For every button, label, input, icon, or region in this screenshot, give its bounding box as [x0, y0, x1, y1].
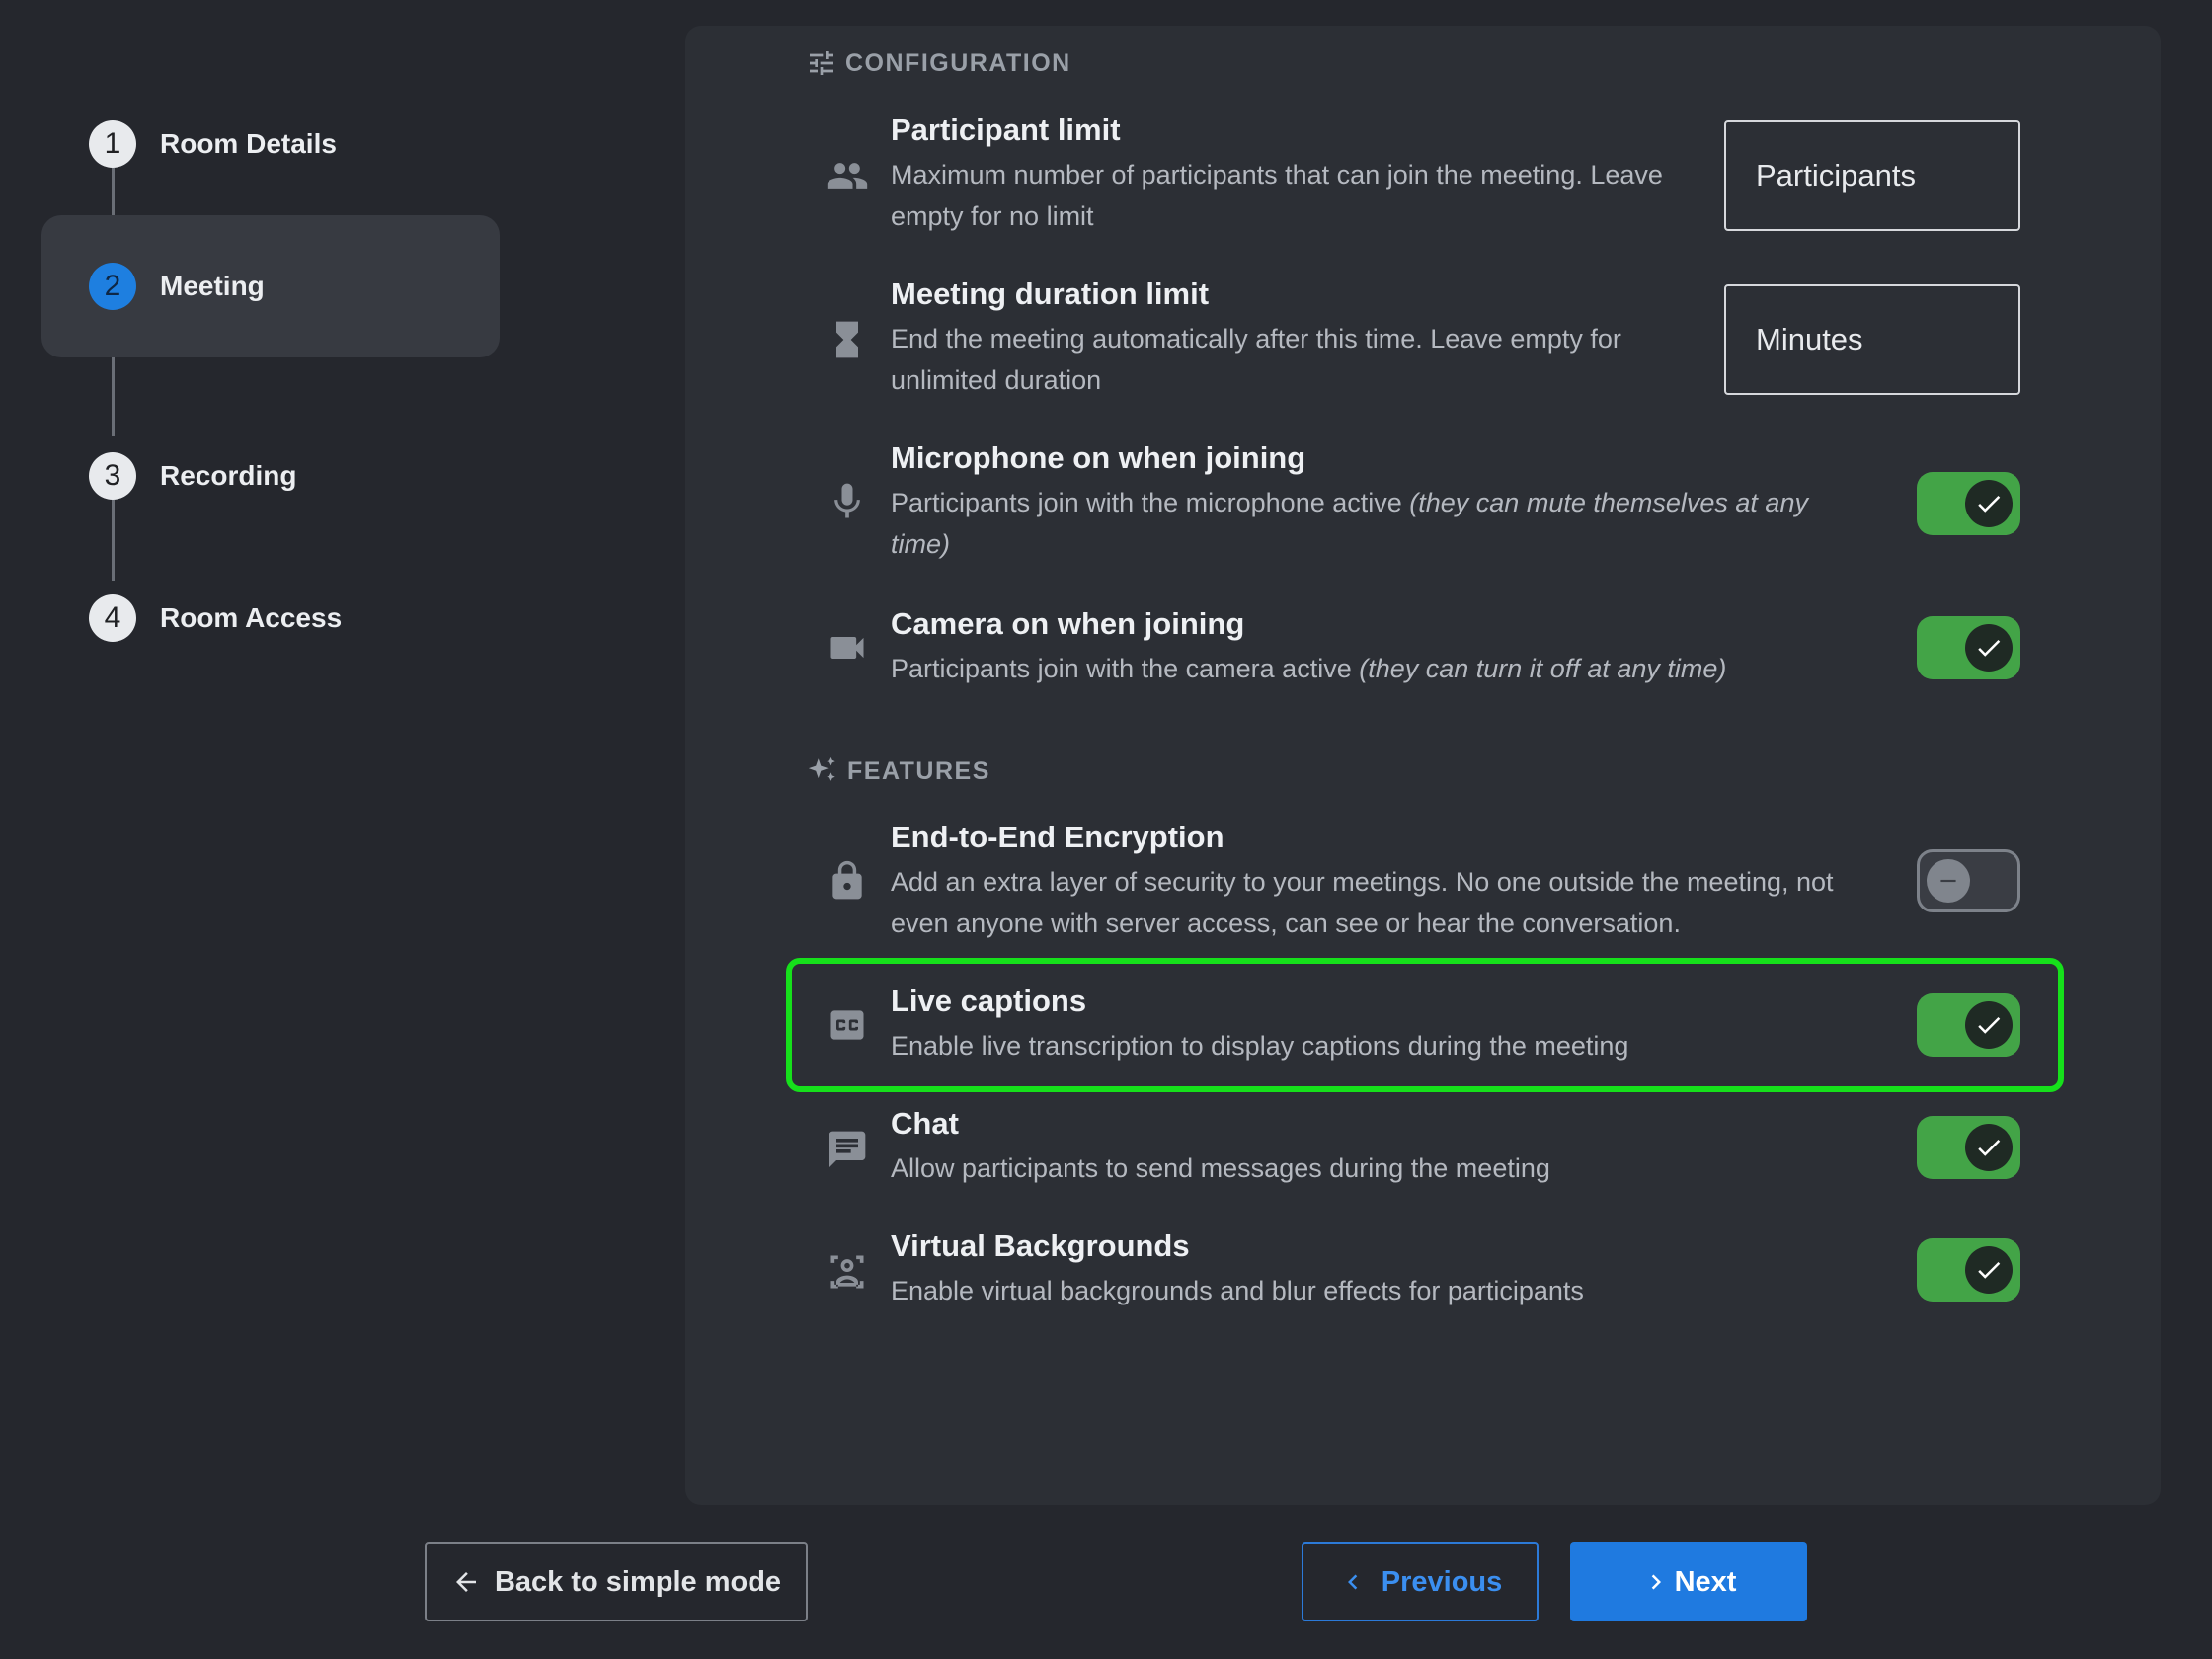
previous-button[interactable]: Previous	[1302, 1542, 1539, 1621]
back-to-simple-mode-button[interactable]: Back to simple mode	[425, 1542, 808, 1621]
description-line: unlimited duration	[891, 365, 1102, 395]
setting-title: Live captions	[891, 984, 1087, 1018]
chat-toggle[interactable]	[1917, 1116, 2020, 1179]
step-number: 1	[89, 120, 136, 168]
setting-title: Participant limit	[891, 113, 1121, 147]
chat-icon	[829, 1131, 866, 1168]
virtual-backgrounds-row: Virtual Backgrounds Enable virtual backg…	[806, 1228, 2020, 1317]
step-room-access[interactable]: 4 Room Access	[41, 547, 500, 689]
button-label: Next	[1674, 1565, 1737, 1598]
setting-title: Virtual Backgrounds	[891, 1228, 1190, 1263]
check-icon	[1978, 495, 2001, 513]
step-number: 3	[89, 452, 136, 500]
check-icon	[1978, 1139, 2001, 1156]
background-replace-icon	[830, 1255, 864, 1289]
setting-title: Microphone on when joining	[891, 440, 1306, 475]
toggle-knob	[1965, 624, 2013, 672]
description-text: Participants join with the camera active	[891, 654, 1360, 683]
wizard-screen: 1 Room Details 2 Meeting 3 Recording 4 R…	[0, 0, 2212, 1659]
button-label: Previous	[1381, 1565, 1503, 1598]
step-label: Room Details	[160, 128, 337, 159]
chevron-right-icon	[1651, 1574, 1661, 1590]
check-icon	[1978, 1016, 2001, 1034]
setting-description: Allow participants to send messages duri…	[891, 1153, 1550, 1183]
closed-caption-icon	[830, 1010, 864, 1040]
toggle-knob	[1965, 1001, 2013, 1049]
check-icon	[1978, 639, 2001, 657]
microphone-row: Microphone on when joining Participants …	[806, 440, 2020, 569]
setting-description: Enable live transcription to display cap…	[891, 1031, 1629, 1061]
participant-limit-input[interactable]	[1724, 120, 2020, 231]
setting-title: Chat	[891, 1106, 959, 1141]
features-heading: FEATURES	[806, 754, 990, 788]
chat-row: Chat Allow participants to send messages…	[806, 1106, 2020, 1195]
button-label: Back to simple mode	[494, 1565, 782, 1598]
people-icon	[827, 163, 868, 189]
description-line: End the meeting automatically after this…	[891, 324, 1621, 354]
description-line: empty for no limit	[891, 201, 1094, 231]
description-note: time)	[891, 529, 950, 559]
toggle-knob	[1965, 1124, 2013, 1171]
next-button[interactable]: Next	[1570, 1542, 1807, 1621]
live-captions-row: Live captions Enable live transcription …	[806, 984, 2020, 1072]
section-title: FEATURES	[847, 756, 990, 785]
chevron-left-icon	[1347, 1574, 1358, 1590]
description-line: Participants join with the microphone ac…	[891, 482, 1878, 523]
step-number: 2	[89, 263, 136, 310]
step-label: Room Access	[160, 602, 343, 633]
microphone-toggle[interactable]	[1917, 472, 2020, 535]
description-note: (they can turn it off at any time)	[1359, 654, 1727, 683]
wizard-stepper: 1 Room Details 2 Meeting 3 Recording 4 R…	[0, 0, 553, 790]
setting-description: Maximum number of participants that can …	[891, 154, 1663, 237]
description-text: Participants join with the microphone ac…	[891, 488, 1410, 517]
configuration-heading: CONFIGURATION	[806, 47, 1071, 79]
tune-icon	[810, 51, 833, 75]
e2ee-toggle[interactable]	[1917, 849, 2020, 912]
check-icon	[1978, 1261, 2001, 1279]
setting-title: Camera on when joining	[891, 606, 1245, 641]
step-label: Meeting	[160, 271, 265, 301]
description-note: (they can mute themselves at any	[1409, 488, 1808, 517]
minus-icon	[1940, 879, 1956, 883]
lock-icon	[832, 860, 862, 900]
e2ee-row: End-to-End Encryption Add an extra layer…	[806, 820, 2020, 948]
step-recording[interactable]: 3 Recording	[41, 405, 500, 547]
toggle-knob	[1965, 480, 2013, 527]
live-captions-toggle[interactable]	[1917, 993, 2020, 1057]
setting-description: End the meeting automatically after this…	[891, 318, 1621, 401]
setting-title: End-to-End Encryption	[891, 820, 1224, 854]
step-number: 4	[89, 594, 136, 642]
setting-description: Participants join with the camera active…	[891, 648, 1726, 689]
step-room-details[interactable]: 1 Room Details	[41, 73, 500, 215]
setting-description: Add an extra layer of security to your m…	[891, 861, 1834, 944]
section-title: CONFIGURATION	[845, 48, 1071, 77]
camera-row: Camera on when joining Participants join…	[806, 606, 2020, 695]
sparkle-icon	[808, 756, 835, 781]
description-line: even anyone with server access, can see …	[891, 908, 1681, 938]
toggle-knob	[1965, 1246, 2013, 1294]
virtual-backgrounds-toggle[interactable]	[1917, 1238, 2020, 1302]
arrow-left-icon	[455, 1572, 476, 1592]
setting-description: Participants join with the microphone ac…	[891, 482, 1878, 565]
duration-limit-input[interactable]	[1724, 284, 2020, 395]
camera-toggle[interactable]	[1917, 616, 2020, 679]
setting-description: Enable virtual backgrounds and blur effe…	[891, 1276, 1584, 1305]
step-meeting[interactable]: 2 Meeting	[41, 215, 500, 357]
description-line: Add an extra layer of security to your m…	[891, 867, 1834, 897]
hourglass-icon	[836, 321, 858, 358]
videocam-icon	[830, 637, 864, 659]
description-line: Maximum number of participants that can …	[891, 160, 1663, 190]
microphone-icon	[834, 483, 860, 518]
setting-title: Meeting duration limit	[891, 276, 1210, 311]
toggle-knob	[1927, 859, 1970, 903]
step-label: Recording	[160, 460, 297, 491]
